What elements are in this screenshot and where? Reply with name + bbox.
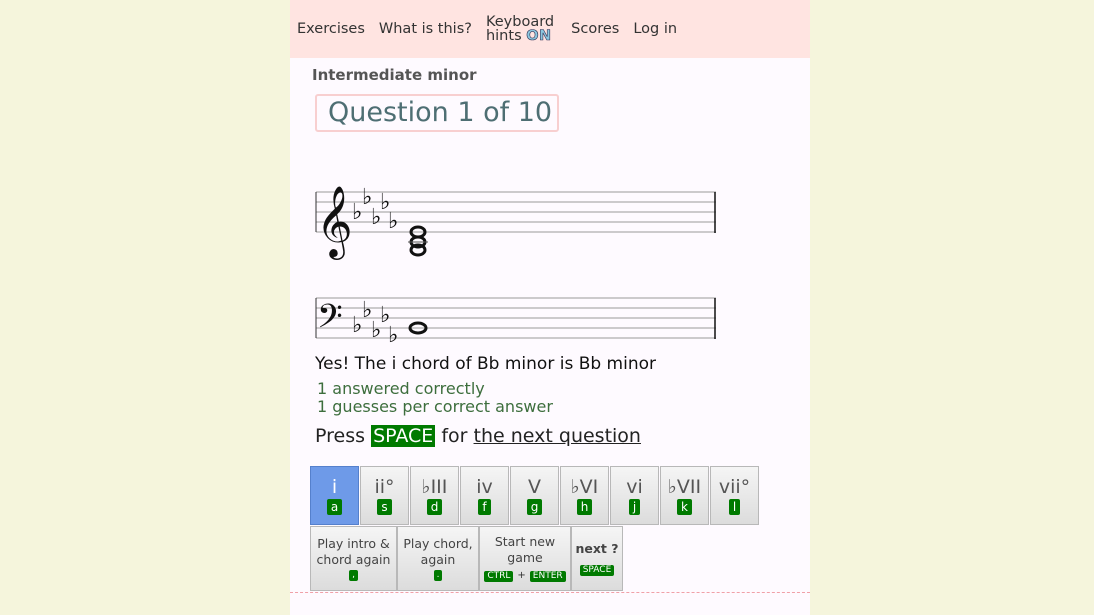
svg-text:♭: ♭ bbox=[352, 313, 362, 338]
shortcut-key: a bbox=[326, 499, 343, 515]
chord-label: vi bbox=[626, 476, 643, 498]
button-label: next ? bbox=[575, 541, 619, 556]
shortcut-combo: CTRL + ENTER bbox=[484, 566, 566, 584]
next-prompt: Press SPACE for the next question bbox=[315, 425, 641, 447]
space-key-badge: SPACE bbox=[371, 425, 436, 447]
chord-button-flat-vii[interactable]: ♭VII k bbox=[660, 466, 709, 525]
treble-clef-icon: 𝄞 bbox=[316, 184, 353, 260]
bass-key-signature: ♭ ♭ ♭ ♭ ♭ bbox=[352, 298, 398, 348]
next-button[interactable]: next ? SPACE bbox=[571, 526, 623, 591]
answer-feedback: Yes! The i chord of Bb minor is Bb minor bbox=[315, 354, 657, 374]
chord-button-iv[interactable]: iv f bbox=[460, 466, 509, 525]
button-label: Play chord, bbox=[403, 536, 473, 551]
press-middle: for bbox=[441, 425, 468, 447]
press-prefix: Press bbox=[315, 425, 366, 447]
score-stats: 1 answered correctly 1 guesses per corre… bbox=[317, 380, 553, 416]
chord-button-flat-iii[interactable]: ♭III d bbox=[410, 466, 459, 525]
chord-answer-buttons: i a ii° s ♭III d iv f V g ♭VI h vi j ♭VI… bbox=[310, 466, 760, 525]
svg-text:♭: ♭ bbox=[388, 209, 398, 234]
chord-button-ii-dim[interactable]: ii° s bbox=[360, 466, 409, 525]
shortcut-key: CTRL bbox=[484, 570, 514, 582]
shortcut-key: k bbox=[677, 499, 692, 515]
chord-button-vi[interactable]: vi j bbox=[610, 466, 659, 525]
next-question-link[interactable]: the next question bbox=[474, 425, 641, 447]
keyboard-hints-state: ON bbox=[526, 28, 552, 44]
svg-text:♭: ♭ bbox=[388, 323, 398, 348]
chord-label: iv bbox=[476, 476, 493, 498]
nav-login[interactable]: Log in bbox=[633, 21, 677, 37]
chord-button-flat-vi[interactable]: ♭VI h bbox=[560, 466, 609, 525]
shortcut-key: l bbox=[728, 499, 741, 515]
shortcut-key: s bbox=[377, 499, 392, 515]
shortcut-key: j bbox=[628, 499, 641, 515]
svg-text:♭: ♭ bbox=[352, 200, 362, 225]
button-label: Play intro & bbox=[317, 536, 390, 551]
nav-keyboard-hints[interactable]: Keyboard hints ON bbox=[485, 15, 554, 44]
chord-label: ♭VI bbox=[570, 476, 599, 498]
button-label: Start new bbox=[494, 533, 556, 549]
chord-label: V bbox=[528, 476, 541, 498]
chord-label: ♭III bbox=[421, 476, 448, 498]
treble-chord-notes bbox=[408, 225, 428, 257]
shortcut-key: g bbox=[526, 499, 543, 515]
chord-button-vii-dim[interactable]: vii° l bbox=[710, 466, 759, 525]
play-chord-button[interactable]: Play chord, again . bbox=[397, 526, 479, 591]
chord-label: ii° bbox=[374, 476, 395, 498]
nav-what-is-this[interactable]: What is this? bbox=[379, 21, 472, 37]
music-staff: 𝄞 ♭ ♭ ♭ ♭ ♭ 𝄢 ♭ ♭ ♭ ♭ ♭ bbox=[315, 184, 716, 348]
shortcut-key: . bbox=[433, 570, 443, 581]
question-counter: Question 1 of 10 bbox=[315, 94, 559, 132]
shortcut-key: f bbox=[478, 499, 491, 515]
button-label: chord again bbox=[316, 552, 391, 567]
new-game-button[interactable]: Start new game CTRL + ENTER bbox=[479, 526, 571, 591]
keyboard-hints-label-2: hints bbox=[485, 28, 522, 44]
chord-button-i[interactable]: i a bbox=[310, 466, 359, 525]
button-label: game bbox=[507, 549, 543, 565]
shortcut-key: SPACE bbox=[579, 565, 615, 576]
guesses-ratio: 1 guesses per correct answer bbox=[317, 397, 553, 416]
top-nav: Exercises What is this? Keyboard hints O… bbox=[290, 0, 810, 58]
nav-exercises[interactable]: Exercises bbox=[297, 21, 365, 37]
chord-label: vii° bbox=[718, 476, 751, 498]
shortcut-key: d bbox=[426, 499, 443, 515]
correct-count: 1 answered correctly bbox=[317, 379, 485, 398]
exercise-name: Intermediate minor bbox=[312, 66, 477, 84]
shortcut-key: ENTER bbox=[529, 570, 566, 582]
button-label: again bbox=[420, 552, 456, 567]
plus-sign: + bbox=[517, 569, 526, 581]
chord-label: i bbox=[331, 476, 338, 498]
nav-scores[interactable]: Scores bbox=[571, 21, 619, 37]
app-page: Exercises What is this? Keyboard hints O… bbox=[290, 0, 810, 615]
action-buttons: Play intro & chord again , Play chord, a… bbox=[310, 526, 623, 591]
chord-button-v[interactable]: V g bbox=[510, 466, 559, 525]
shortcut-key: h bbox=[576, 499, 593, 515]
play-intro-button[interactable]: Play intro & chord again , bbox=[310, 526, 397, 591]
bass-clef-icon: 𝄢 bbox=[317, 298, 343, 344]
chord-label: ♭VII bbox=[667, 476, 702, 498]
divider bbox=[290, 592, 810, 593]
shortcut-key: , bbox=[349, 570, 358, 581]
